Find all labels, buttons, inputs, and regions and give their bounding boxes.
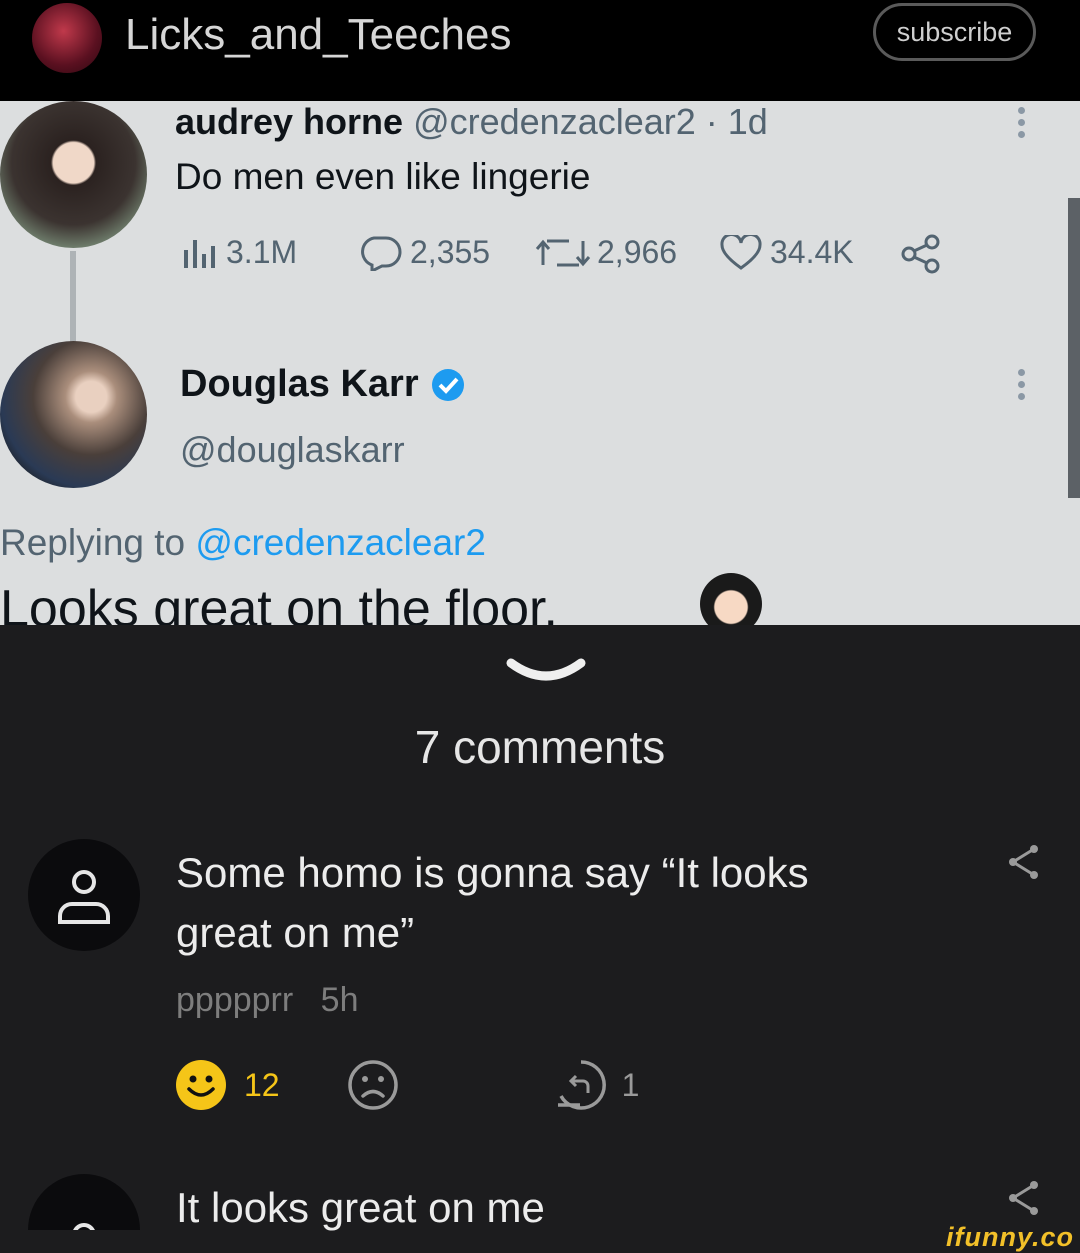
more-options-icon — [1018, 107, 1028, 143]
collapse-chevron-icon[interactable] — [505, 655, 587, 689]
share-icon[interactable] — [1004, 842, 1044, 882]
replying-to: Replying to @credenzaclear2 — [0, 522, 486, 564]
views-stat: 3.1M — [180, 234, 297, 271]
scrollbar — [1068, 198, 1080, 498]
smile-icon[interactable] — [174, 1058, 228, 1112]
tweet-image: audrey horne @credenzaclear2 · 1d Do men… — [0, 101, 1080, 625]
commenter-avatar[interactable] — [28, 1174, 140, 1230]
comment-text: It looks great on me — [176, 1184, 545, 1231]
tweet-author-handle: @credenzaclear2 · 1d — [413, 101, 768, 142]
retweet-icon — [535, 239, 591, 266]
more-options-icon — [1018, 369, 1028, 405]
commenter-avatar-clip — [28, 1174, 140, 1230]
verified-badge-icon — [431, 368, 464, 401]
subscribe-button[interactable]: subscribe — [873, 3, 1036, 61]
user-icon — [73, 1223, 95, 1230]
tweet-author-name: audrey horne — [175, 101, 404, 142]
views-icon — [184, 239, 215, 268]
likes-stat: 34.4K — [718, 234, 854, 271]
tweet-author-line: audrey horne @credenzaclear2 · 1d — [175, 101, 768, 143]
reply-author: Douglas Karr — [180, 363, 465, 406]
reply-icon[interactable] — [554, 1058, 608, 1112]
tweet-text: Do men even like lingerie — [175, 156, 591, 197]
reply-count: 1 — [621, 1066, 640, 1103]
reply-author-handle: @douglaskarr — [180, 429, 405, 470]
share-stat — [900, 234, 948, 274]
channel-name[interactable]: Licks_and_Teeches — [125, 10, 511, 60]
ifunny-watermark: ifunny.co — [946, 1222, 1074, 1252]
tweet-avatar-douglas — [0, 341, 147, 488]
reply-bubble-icon — [361, 236, 402, 271]
tweet-avatar-audrey — [0, 101, 147, 248]
views-count: 3.1M — [226, 234, 298, 270]
replies-stat: 2,355 — [356, 234, 490, 271]
comment-meta: ppppprr 5h — [176, 981, 358, 1020]
retweets-count: 2,966 — [597, 234, 678, 270]
channel-avatar[interactable] — [32, 3, 102, 73]
share-nodes-icon — [901, 234, 940, 274]
reply-author-name: Douglas Karr — [180, 363, 419, 405]
comment-text: Some homo is gonna say “It looks great o… — [176, 849, 809, 956]
heart-icon — [720, 234, 762, 270]
commenter-avatar[interactable] — [28, 839, 140, 951]
likes-count: 34.4K — [770, 234, 854, 270]
replying-handle: @credenzaclear2 — [195, 522, 486, 563]
replying-prefix: Replying to — [0, 522, 186, 563]
smile-count: 12 — [244, 1066, 280, 1103]
retweets-stat: 2,966 — [535, 234, 677, 271]
unsmile-icon[interactable] — [346, 1058, 400, 1112]
header-bar: Licks_and_Teeches subscribe — [0, 0, 1080, 101]
replies-count: 2,355 — [410, 234, 491, 270]
user-icon — [58, 870, 110, 924]
comment-username[interactable]: ppppprr — [176, 981, 293, 1019]
share-icon[interactable] — [1004, 1178, 1044, 1218]
comment-actions: 12 1 — [174, 1058, 639, 1112]
boy-emoji-icon — [700, 573, 762, 625]
comment-time: 5h — [320, 981, 359, 1019]
comments-count-title: 7 comments — [414, 721, 666, 773]
reply-text: Looks great on the floor. — [0, 580, 558, 625]
